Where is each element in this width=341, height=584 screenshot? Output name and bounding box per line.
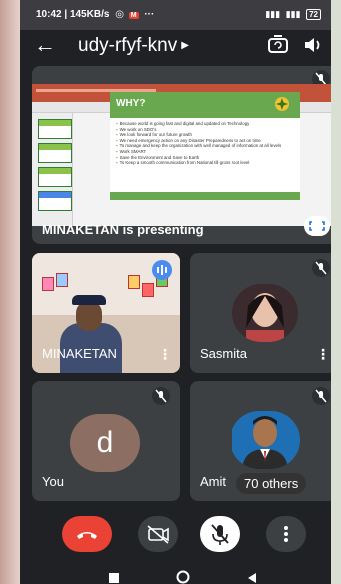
participant-name: Sasmita: [200, 346, 247, 361]
participant-name: Amit: [200, 474, 226, 489]
slide-thumbnails: [32, 113, 73, 226]
meeting-code: udy-rfyf-knv: [78, 35, 178, 56]
status-extra: ···: [144, 9, 155, 20]
end-call-icon: [77, 532, 97, 539]
whatsapp-icon: ◎: [115, 9, 124, 20]
nav-recents-icon[interactable]: [108, 572, 120, 584]
mic-off-icon: [152, 387, 170, 405]
signal-icon: ▮▮▮: [265, 9, 281, 19]
participant-tile-amit[interactable]: Amit 70 others: [190, 381, 331, 501]
presentation-tile[interactable]: WHY? Because world is going fast and dig…: [32, 66, 331, 244]
more-vertical-icon[interactable]: ⋮: [158, 347, 172, 361]
participant-tile-you[interactable]: d You: [32, 381, 180, 501]
slide-heading: WHY?: [116, 98, 146, 109]
mail-icon: M: [128, 12, 139, 19]
mic-off-icon: [312, 387, 330, 405]
participant-tile-sasmita[interactable]: Sasmita ⋮: [190, 253, 331, 373]
signal-icon: ▮▮▮: [285, 9, 301, 19]
presenter-label: MINAKETAN is presenting: [42, 222, 204, 237]
slide-header: WHY?: [110, 92, 300, 118]
nav-back-icon[interactable]: [246, 572, 258, 584]
status-bar: 10:42 | 145KB/s ◎ M ··· ▮▮▮ ▮▮▮ 72: [20, 0, 331, 30]
nav-home-icon[interactable]: [176, 570, 190, 584]
battery-icon: 72: [306, 9, 321, 20]
right-edge: [331, 0, 341, 584]
slide-bullets: Because world is going fast and digital …: [116, 121, 298, 166]
avatar: [232, 284, 298, 342]
mic-off-icon: [211, 524, 229, 545]
participant-name: You: [42, 474, 64, 489]
mic-off-icon: [312, 259, 330, 277]
camera-off-icon: [147, 525, 169, 544]
left-edge: [0, 0, 20, 584]
status-time: 10:42: [36, 9, 62, 20]
more-options-button[interactable]: [266, 516, 306, 552]
fullscreen-icon: [309, 221, 325, 231]
participant-tile-minaketan[interactable]: MINAKETAN ⋮: [32, 253, 180, 373]
avatar: [232, 411, 300, 469]
participant-name: MINAKETAN: [42, 346, 117, 361]
avatar: d: [70, 414, 140, 472]
current-slide: WHY? Because world is going fast and dig…: [110, 92, 300, 200]
phone-screen: 10:42 | 145KB/s ◎ M ··· ▮▮▮ ▮▮▮ 72 ← udy…: [20, 0, 331, 584]
slide-footer-bar: [110, 192, 300, 200]
speaker-icon[interactable]: [302, 35, 324, 55]
caret-right-icon: ▶: [181, 40, 189, 52]
speaking-indicator-icon: [152, 260, 172, 280]
meeting-code-title[interactable]: udy-rfyf-knv ▶: [78, 35, 189, 57]
fullscreen-button[interactable]: [304, 216, 330, 236]
more-vertical-icon[interactable]: ⋮: [316, 347, 330, 361]
bullet-item: To Keep a smooth communication from Nati…: [116, 160, 298, 166]
status-speed: 145KB/s: [69, 9, 110, 20]
shared-screen: WHY? Because world is going fast and dig…: [32, 84, 331, 226]
system-nav-bar: [20, 566, 331, 584]
mic-toggle-button[interactable]: [200, 516, 240, 552]
others-count-badge[interactable]: 70 others: [236, 473, 307, 494]
arrow-back-icon[interactable]: ←: [34, 34, 56, 56]
slide-logo-icon: [275, 97, 289, 111]
switch-camera-icon[interactable]: [266, 34, 290, 56]
camera-toggle-button[interactable]: [138, 516, 178, 552]
meeting-header: ← udy-rfyf-knv ▶: [20, 30, 331, 62]
end-call-button[interactable]: [62, 516, 112, 552]
more-vertical-icon: [284, 526, 288, 542]
